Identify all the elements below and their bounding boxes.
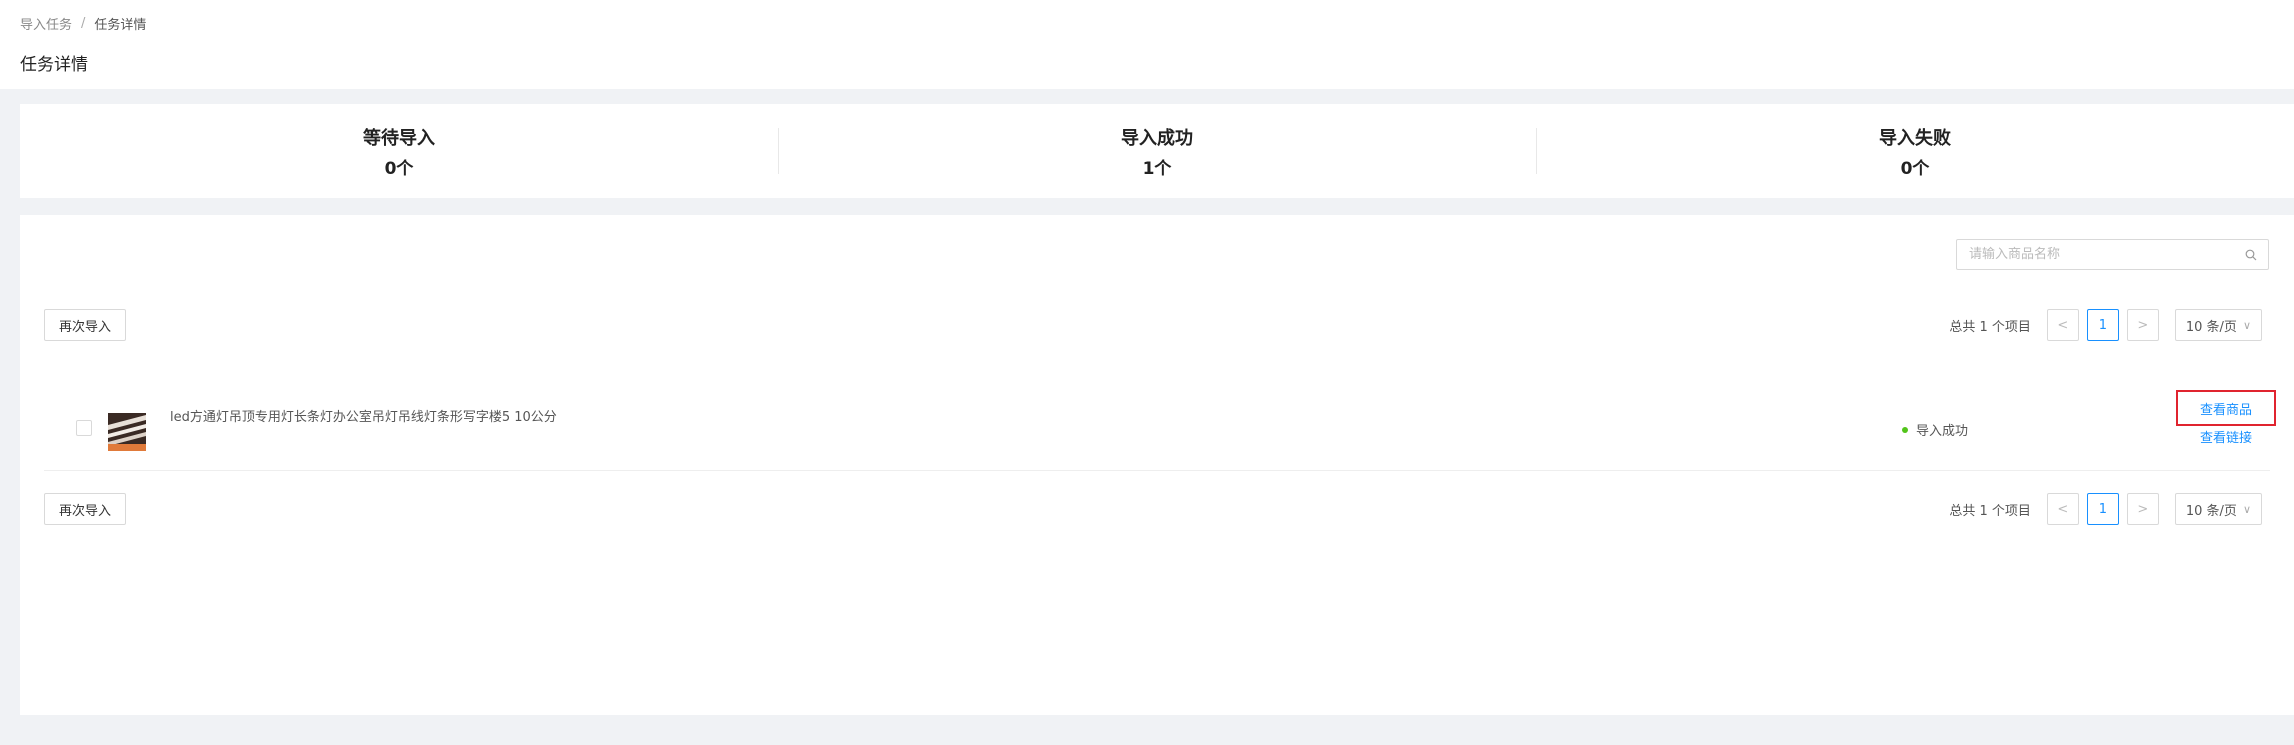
page-size-value: 10 条/页 <box>2185 319 2237 335</box>
prev-page-button[interactable]: < <box>2046 493 2079 525</box>
chevron-down-icon: ∨ <box>2242 318 2251 332</box>
stat-label: 导入失败 <box>1879 127 1951 149</box>
stat-label: 导入成功 <box>1121 127 1193 149</box>
stat-value: 0个 <box>384 158 414 179</box>
next-page-button[interactable]: > <box>2126 309 2159 341</box>
stat-pending: 等待导入 0个 <box>20 128 778 179</box>
reimport-button[interactable]: 再次导入 <box>44 309 127 341</box>
prev-page-button[interactable]: < <box>2046 309 2079 341</box>
pagination-top: 总共 1 个项目 < 1 > 10 条/页 ∨ <box>1949 309 2262 341</box>
search-input[interactable] <box>1957 240 2234 269</box>
pagination-total: 总共 1 个项目 <box>1949 319 2031 335</box>
pagination-bottom: 总共 1 个项目 < 1 > 10 条/页 ∨ <box>1949 493 2262 525</box>
reimport-button-bottom[interactable]: 再次导入 <box>44 493 127 525</box>
pagination-total: 总共 1 个项目 <box>1949 503 2031 519</box>
task-list-panel: 再次导入 总共 1 个项目 < 1 > 10 条/页 ∨ led方通灯吊顶专用灯… <box>20 215 2294 715</box>
status-badge: 导入成功 <box>1902 420 1968 439</box>
page-size-value: 10 条/页 <box>2185 503 2237 519</box>
stat-value: 1个 <box>1142 158 1172 179</box>
success-dot-icon <box>1902 426 1908 433</box>
search-icon[interactable] <box>2234 249 2268 261</box>
breadcrumb-separator: / <box>81 16 86 31</box>
table-row: led方通灯吊顶专用灯长条灯办公室吊灯吊线灯条形写字楼5 10公分 导入成功 查… <box>44 383 2276 471</box>
stat-label: 等待导入 <box>363 127 435 149</box>
breadcrumb-current: 任务详情 <box>94 18 147 33</box>
chevron-down-icon: ∨ <box>2242 502 2251 516</box>
stat-success: 导入成功 1个 <box>778 128 1536 179</box>
view-product-link[interactable]: 查看商品 <box>2176 390 2276 426</box>
search-box <box>1956 239 2269 270</box>
page-size-select[interactable]: 10 条/页 ∨ <box>2174 493 2262 525</box>
page-size-select[interactable]: 10 条/页 ∨ <box>2174 309 2262 341</box>
stat-failed: 导入失败 0个 <box>1536 128 2294 179</box>
breadcrumb: 导入任务 / 任务详情 <box>20 14 146 33</box>
breadcrumb-parent[interactable]: 导入任务 <box>20 14 72 33</box>
page-button-1[interactable]: 1 <box>2086 493 2119 525</box>
product-name: led方通灯吊顶专用灯长条灯办公室吊灯吊线灯条形写字楼5 10公分 <box>170 410 557 425</box>
page-header: 导入任务 / 任务详情 任务详情 <box>0 0 2294 89</box>
product-thumbnail <box>108 413 146 451</box>
page-button-1[interactable]: 1 <box>2086 309 2119 341</box>
next-page-button[interactable]: > <box>2126 493 2159 525</box>
stat-value: 0个 <box>1900 158 1930 179</box>
row-checkbox[interactable] <box>76 420 92 436</box>
view-link-link[interactable]: 查看链接 <box>2176 427 2276 446</box>
page-title: 任务详情 <box>20 55 88 75</box>
stats-panel: 等待导入 0个 导入成功 1个 导入失败 0个 <box>20 104 2294 198</box>
status-text: 导入成功 <box>1916 424 1969 439</box>
